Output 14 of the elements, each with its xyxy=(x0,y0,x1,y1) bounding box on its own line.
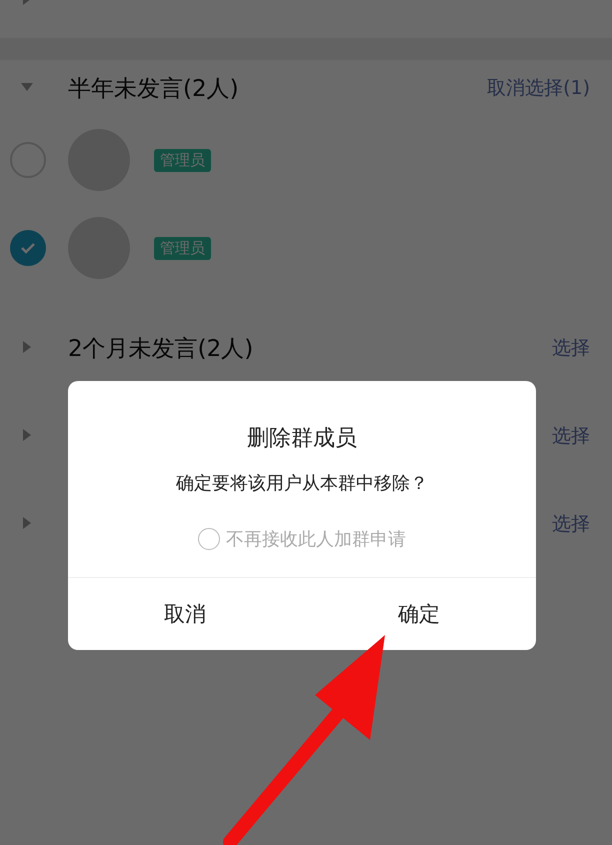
section-title: 半年未发言(2人) xyxy=(68,74,240,104)
dialog-button[interactable]: 取消 xyxy=(68,578,302,650)
admin-badge: 管理员 xyxy=(154,148,211,172)
dialog-title: 删除群成员 xyxy=(247,425,357,453)
select-link[interactable]: 选择 xyxy=(552,423,590,449)
member-checkbox[interactable] xyxy=(10,230,46,266)
section-title: 2个月未发言(2人) xyxy=(68,334,254,364)
block-requests-option[interactable]: 不再接收此人加群申请 xyxy=(198,527,406,551)
admin-badge: 管理员 xyxy=(154,236,211,260)
select-link[interactable]: 取消选择(1) xyxy=(487,75,590,101)
dialog-button[interactable]: 确定 xyxy=(302,578,536,650)
dialog-message: 确定要将该用户从本群中移除？ xyxy=(176,472,428,495)
select-link[interactable]: 选择 xyxy=(552,335,590,361)
select-link[interactable]: 选择 xyxy=(552,511,590,537)
